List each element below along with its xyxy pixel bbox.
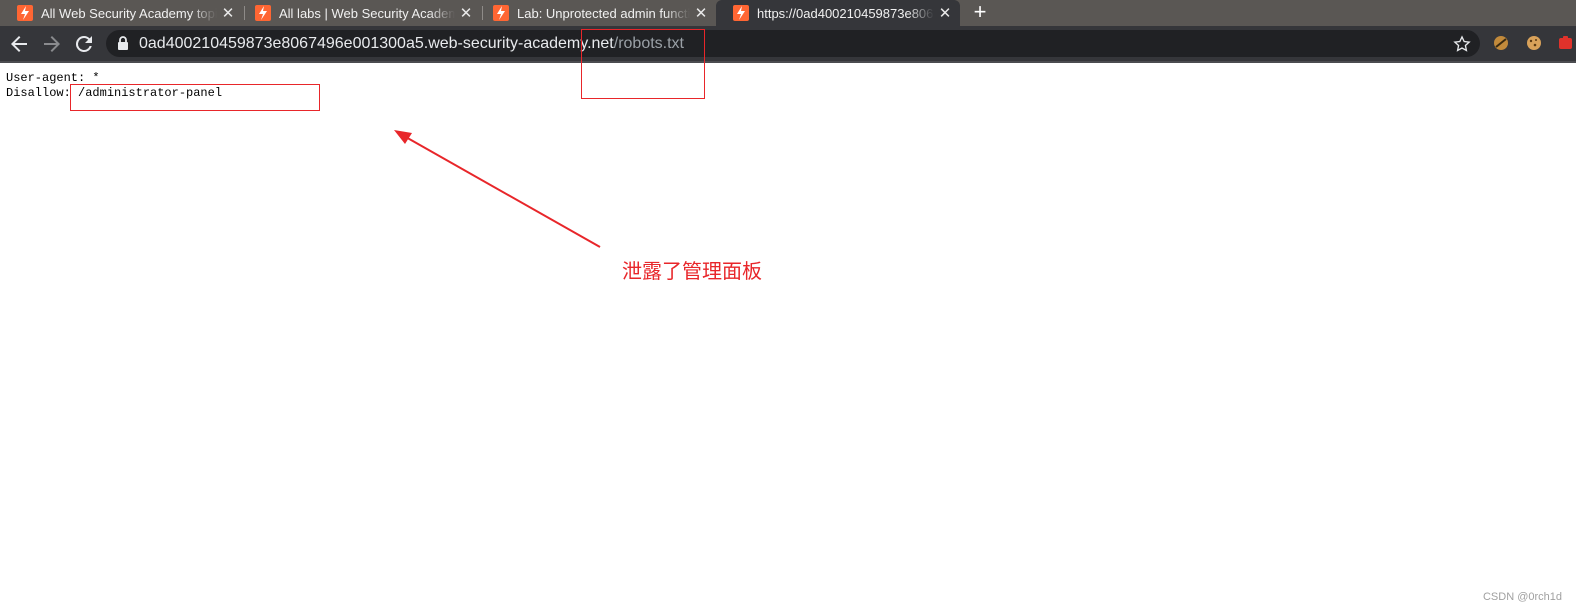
tab-all-labs[interactable]: All labs | Web Security Academy ✕ (238, 0, 481, 26)
web-security-academy-favicon-icon (733, 5, 749, 21)
puzzle-extension-icon[interactable] (1558, 35, 1574, 51)
highlight-box-admin-panel (70, 84, 320, 111)
web-security-academy-favicon-icon (255, 5, 271, 21)
csdn-watermark: CSDN @0rch1d (1482, 591, 1562, 603)
cookie-extension-icon[interactable] (1526, 35, 1542, 51)
web-security-academy-favicon-icon (493, 5, 509, 21)
url-host: 0ad400210459873e8067496e001300a5.web-sec… (139, 35, 614, 52)
lock-icon[interactable] (116, 35, 130, 51)
highlight-box-robots-path (581, 29, 705, 99)
bookmark-star-icon[interactable] (1452, 34, 1472, 54)
tab-web-security-topics[interactable]: All Web Security Academy topics ✕ (0, 0, 243, 26)
new-tab-button[interactable]: + (968, 0, 992, 26)
reload-icon[interactable] (72, 32, 96, 56)
forward-arrow-icon[interactable] (40, 32, 64, 56)
tab-close-icon[interactable]: ✕ (217, 4, 239, 22)
back-arrow-icon[interactable] (7, 32, 31, 56)
web-security-academy-favicon-icon (17, 5, 33, 21)
tab-robots-txt[interactable]: https://0ad400210459873e8067496e001300a5… (716, 0, 960, 26)
extension-icon[interactable] (1493, 35, 1509, 51)
tab-title: https://0ad400210459873e8067496e001300a5… (757, 5, 934, 21)
tab-close-icon[interactable]: ✕ (690, 4, 712, 22)
tab-close-icon[interactable]: ✕ (455, 4, 477, 22)
tab-lab-unprotected-admin[interactable]: Lab: Unprotected admin functionality ✕ (476, 0, 716, 26)
tab-title: All labs | Web Security Academy (279, 5, 455, 21)
tab-title: Lab: Unprotected admin functionality (517, 5, 690, 21)
toolbar-divider (0, 61, 1576, 63)
tab-title: All Web Security Academy topics (41, 5, 217, 21)
tab-close-icon[interactable]: ✕ (934, 4, 956, 22)
annotation-note: 泄露了管理面板 (622, 259, 762, 283)
